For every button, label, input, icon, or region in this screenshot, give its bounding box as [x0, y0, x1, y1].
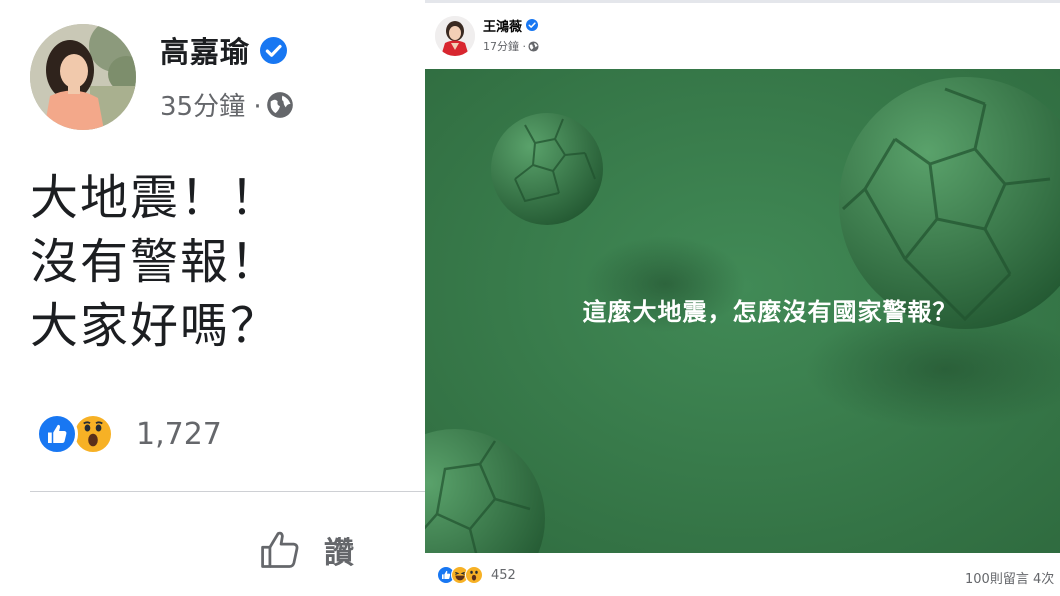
- wow-icon: [465, 566, 483, 584]
- author-avatar[interactable]: [30, 24, 136, 130]
- like-button[interactable]: 讚: [258, 528, 354, 572]
- divider: [425, 0, 1060, 3]
- verified-badge-icon: [260, 36, 288, 64]
- wow-icon: [72, 413, 114, 455]
- globe-icon: [266, 91, 293, 118]
- reaction-summary[interactable]: 1,727: [36, 413, 222, 455]
- globe-icon: [528, 40, 539, 52]
- post-timestamp[interactable]: 17分鐘 ·: [483, 38, 526, 54]
- reaction-summary[interactable]: 452: [437, 566, 516, 584]
- post-body-line: 大地震！！: [30, 170, 281, 226]
- post-body-line: 沒有警報！: [30, 234, 281, 290]
- author-name[interactable]: 高嘉瑜: [160, 29, 250, 71]
- post-body-line: 大家好嗎？: [30, 298, 281, 354]
- post-body: 大地震！！ 沒有警報！ 大家好嗎？: [30, 166, 280, 358]
- verified-badge-icon: [526, 19, 539, 31]
- soccer-ball: [491, 113, 603, 225]
- image-headline: 這麼大地震，怎麼沒有國家警報？: [582, 298, 958, 326]
- divider: [30, 491, 425, 492]
- right-post: 王鴻薇 17分鐘 · 這麼大地震，怎麼沒有國家警報？ 452 100則留言 4次: [425, 0, 1060, 596]
- author-avatar[interactable]: [435, 16, 475, 56]
- post-timestamp[interactable]: 35分鐘 ·: [160, 86, 262, 123]
- reaction-count[interactable]: 452: [491, 568, 516, 583]
- left-post: 高嘉瑜 35分鐘 · 大地震！！ 沒有警報！ 大家好嗎？ 1,727 讚: [0, 0, 425, 596]
- reaction-count[interactable]: 1,727: [136, 417, 222, 452]
- comments-shares-count[interactable]: 100則留言 4次: [965, 568, 1054, 587]
- like-button-label: 讚: [324, 536, 354, 571]
- thumbs-up-icon: [261, 531, 299, 568]
- author-name[interactable]: 王鴻薇: [483, 16, 522, 35]
- like-icon: [36, 413, 78, 455]
